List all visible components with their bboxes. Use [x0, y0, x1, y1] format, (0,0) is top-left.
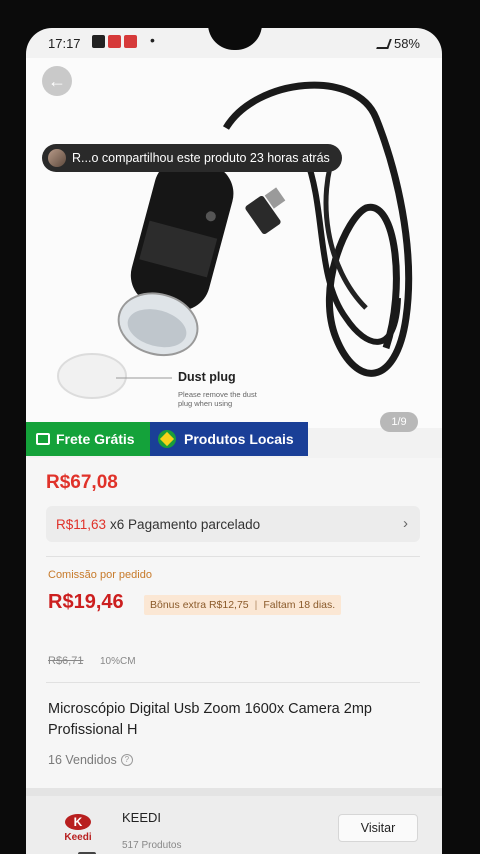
- phone-frame: 17:17 • 58% ← R...o compartilhou este pr…: [0, 0, 480, 854]
- installment-text: x6 Pagamento parcelado: [110, 516, 261, 532]
- product-price: R$67,08: [46, 472, 118, 493]
- sold-label: 16 Vendidos: [48, 753, 117, 767]
- store-logo: K Keedi: [58, 814, 98, 852]
- screen: 17:17 • 58% ← R...o compartilhou este pr…: [26, 28, 442, 854]
- app-notification-icon: [124, 35, 137, 48]
- signal-icon: [376, 38, 392, 49]
- bonus-remaining: Faltam 18 dias.: [263, 599, 336, 611]
- store-section: K Keedi KEEDI 517 Produtos Visitar: [26, 788, 442, 854]
- battery-level: 58%: [393, 36, 420, 51]
- image-counter: 1/9: [380, 412, 418, 432]
- shipping-badges: Frete Grátis Produtos Locais: [26, 422, 308, 456]
- facebook-icon: [92, 35, 105, 48]
- share-banner: R...o compartilhou este produto 23 horas…: [42, 144, 342, 172]
- commission-label: Comissão por pedido: [48, 569, 152, 581]
- store-logo-text: Keedi: [64, 832, 92, 843]
- product-details: R$67,08 R$11,63 x6 Pagamento parcelado ›…: [26, 458, 442, 854]
- installment-row[interactable]: R$11,63 x6 Pagamento parcelado ›: [46, 506, 420, 542]
- dust-plug-label: Dust plug: [178, 370, 236, 384]
- back-button[interactable]: ←: [42, 66, 72, 96]
- app-notification-icon: [108, 35, 121, 48]
- installment-amount: R$11,63: [56, 516, 107, 532]
- bonus-text: Bônus extra R$12,75: [150, 599, 249, 611]
- store-products-count: 517 Produtos: [122, 840, 182, 851]
- commission-percent: 10%CM: [100, 656, 136, 667]
- status-time: 17:17: [48, 36, 81, 51]
- help-icon[interactable]: ?: [120, 754, 133, 766]
- dust-plug-note: Please remove the dust plug when using: [178, 390, 257, 408]
- free-shipping-badge: Frete Grátis: [26, 422, 150, 456]
- local-products-label: Produtos Locais: [184, 431, 294, 447]
- truck-icon: [36, 433, 50, 445]
- sold-count: 16 Vendidos ?: [48, 753, 133, 767]
- back-arrow-icon: ←: [48, 70, 66, 91]
- visit-store-button[interactable]: Visitar: [338, 814, 418, 842]
- bonus-badge: Bônus extra R$12,75 | Faltam 18 dias.: [144, 595, 342, 615]
- title-section: Microscópio Digital Usb Zoom 1600x Camer…: [46, 682, 420, 784]
- product-title: Microscópio Digital Usb Zoom 1600x Camer…: [48, 701, 372, 738]
- free-shipping-label: Frete Grátis: [56, 431, 135, 447]
- brazil-flag-icon: [158, 430, 176, 448]
- more-notifications-icon: •: [150, 32, 155, 48]
- store-name: KEEDI: [122, 810, 162, 825]
- chevron-right-icon: ›: [403, 515, 408, 532]
- commission-section: Comissão por pedido R$19,46 Bônus extra …: [46, 556, 420, 676]
- commission-value: R$19,46: [48, 591, 124, 613]
- system-status: 58%: [376, 36, 420, 51]
- store-logo-mark: K: [65, 814, 91, 830]
- share-text: R...o compartilhou este produto 23 horas…: [72, 151, 330, 165]
- bonus-separator: |: [254, 599, 258, 611]
- local-products-badge: Produtos Locais: [150, 422, 308, 456]
- commission-old-value: R$6,71: [48, 655, 84, 667]
- notification-icons: [92, 35, 137, 48]
- avatar: [48, 149, 66, 167]
